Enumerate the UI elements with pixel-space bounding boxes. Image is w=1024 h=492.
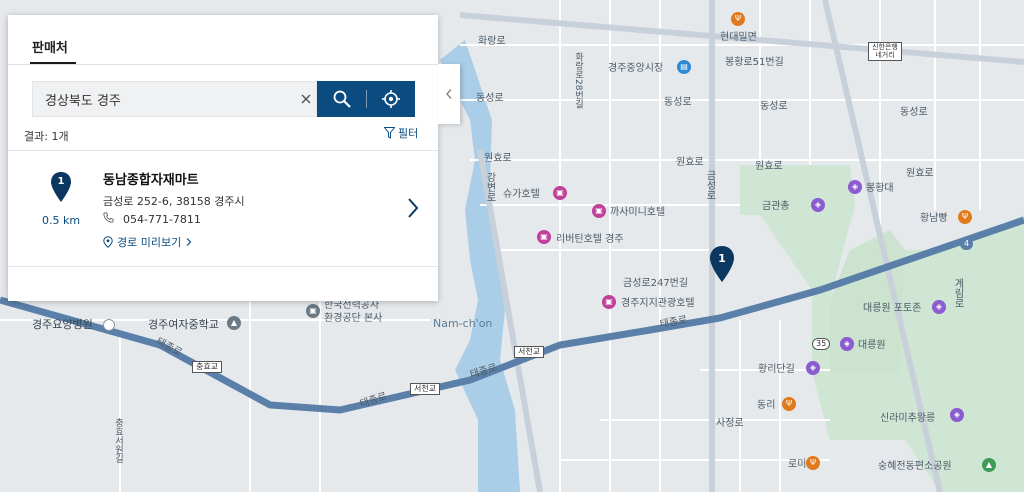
map-label: 경주요양병원 [32, 318, 93, 331]
map-label: 계림로 [952, 278, 963, 308]
map-label: 현대밀면 [720, 32, 757, 43]
search-icon [333, 90, 351, 108]
list-divider [8, 266, 438, 267]
map-label: 서천교 [514, 346, 545, 358]
map-label: 환경공단 본사 [324, 313, 383, 324]
map-label: 충효교 [192, 361, 223, 373]
map-label: 금관총 [762, 201, 790, 212]
map-label: 동성로 [900, 107, 928, 118]
filter-icon [384, 127, 395, 139]
map-store-marker[interactable]: 1 [709, 245, 735, 283]
restaurant-icon: Ψ [782, 397, 796, 411]
map-label: 원효로 [755, 161, 783, 172]
store-address: 금성로 252-6, 38158 경주시 [103, 195, 245, 208]
restaurant-icon: Ψ [806, 456, 820, 470]
map-label: 강변로 [484, 172, 495, 202]
map-label: 대릉원 [858, 340, 886, 351]
hotel-icon: ▣ [602, 295, 616, 309]
map-label: 동리 [757, 400, 776, 411]
result-marker: 1 [50, 171, 72, 203]
map-label: 봉황로51번길 [725, 57, 784, 68]
map-label: 신한은행네거리 [868, 42, 902, 62]
route-preview-link[interactable]: 경로 미리보기 [103, 234, 193, 250]
map-label: 금성로247번길 [623, 278, 689, 289]
map-label: 경주중앙시장 [608, 63, 664, 74]
hotel-icon: ▣ [553, 186, 567, 200]
filter-button[interactable]: 필터 [384, 125, 418, 141]
map-label: 황남빵 [920, 213, 948, 224]
map-label: 동성로 [760, 101, 788, 112]
map-label: 원효로 [676, 157, 704, 168]
route-preview-label: 경로 미리보기 [117, 236, 182, 249]
route-badge: 35 [812, 338, 831, 350]
map-label: 한국전력공사 [324, 300, 380, 311]
map-label: 까사미니호텔 [610, 207, 666, 218]
map-label: 리버틴호텔 경주 [556, 234, 624, 245]
store-distance: 0.5 km [42, 214, 81, 227]
map-label: 신라미추왕릉 [880, 413, 936, 424]
map-label: 슈가호텔 [503, 189, 540, 200]
map-label: 로미 [788, 459, 807, 470]
collapse-panel-button[interactable] [438, 64, 460, 124]
map-label: 동성로 [664, 97, 692, 108]
search-input[interactable] [33, 82, 283, 116]
culture-icon: ◈ [848, 180, 862, 194]
map-label: 경주지지관광호텔 [621, 298, 695, 309]
filter-label: 필터 [398, 127, 419, 140]
chevron-right-icon [186, 238, 192, 246]
search-box [32, 81, 317, 117]
result-marker-number: 1 [57, 176, 65, 187]
map-label: 원효로 [484, 153, 512, 164]
current-location-button[interactable] [366, 81, 415, 117]
culture-icon: ◈ [806, 361, 820, 375]
office-icon: ▣ [306, 304, 320, 318]
store-phone[interactable]: 054-771-7811 [123, 213, 201, 226]
map-label: 대릉원 포토존 [863, 303, 922, 314]
map-label: 화랑로28번길 [573, 52, 583, 109]
crosshair-icon [381, 90, 400, 108]
map-label: 원효로 [906, 168, 934, 179]
store-list-item[interactable]: 1 0.5 km 동남종합자재마트 금성로 252-6, 38158 경주시 0… [8, 151, 438, 266]
map-label: 충효서원길 [113, 418, 123, 463]
station-icon [103, 319, 115, 331]
map-label: 경주여자중학교 [148, 318, 219, 331]
store-name: 동남종합자재마트 [103, 173, 199, 188]
chevron-left-icon [446, 89, 452, 99]
location-pin-icon [103, 236, 113, 248]
restaurant-icon: Ψ [958, 210, 972, 224]
search-button-group [317, 81, 415, 117]
clear-icon[interactable] [296, 89, 316, 109]
chevron-right-icon[interactable] [406, 197, 420, 219]
culture-icon: ◈ [840, 337, 854, 351]
route-badge: 4 [960, 238, 974, 250]
map-label: 황리단길 [758, 364, 795, 375]
map-label: Nam-ch'on [433, 317, 493, 330]
search-button[interactable] [317, 81, 366, 117]
map-marker-number: 1 [718, 252, 726, 265]
map-label: 동성로 [476, 93, 504, 104]
tab-stores[interactable]: 판매처 [32, 37, 68, 56]
map-label: 금성로 [704, 170, 715, 200]
map-label: 사정로 [716, 418, 744, 429]
phone-icon [103, 212, 114, 223]
culture-icon: ◈ [950, 408, 964, 422]
map-label: 숭혜전동편소공원 [878, 461, 952, 472]
map-label: 서천교 [410, 383, 441, 395]
culture-icon: ◈ [811, 198, 825, 212]
school-icon: ▲ [227, 316, 241, 330]
tab-divider [8, 64, 438, 65]
result-count: 결과: 1개 [24, 130, 69, 143]
culture-icon: ◈ [932, 300, 946, 314]
restaurant-icon: Ψ [731, 12, 745, 26]
market-icon: ▤ [677, 60, 691, 74]
map-label: 화랑로 [478, 36, 506, 47]
hotel-icon: ▣ [592, 204, 606, 218]
park-icon: ▲ [982, 458, 996, 472]
hotel-icon: ▣ [537, 230, 551, 244]
map-label: 봉황대 [866, 183, 894, 194]
store-finder-panel: 판매처 결과: 1개 [8, 15, 438, 301]
